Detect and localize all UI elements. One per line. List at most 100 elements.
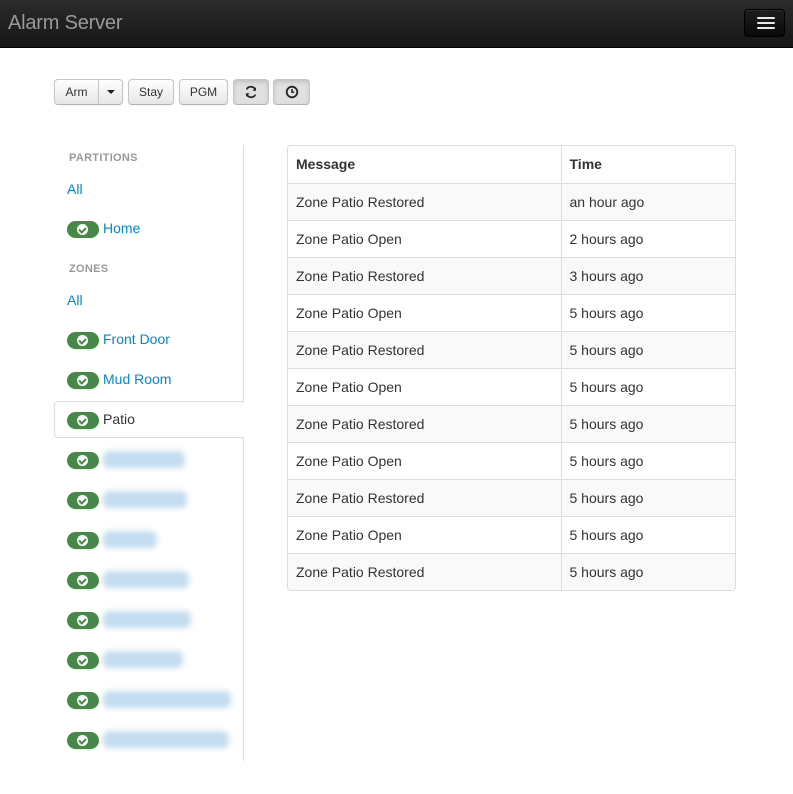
message-cell: Zone Patio Restored (288, 552, 561, 590)
sidebar-item-front-door[interactable]: Front Door (54, 322, 244, 358)
time-cell: 5 hours ago (560, 478, 735, 516)
time-cell: 5 hours ago (560, 367, 735, 405)
sidebar-item-home[interactable]: Home (54, 211, 244, 247)
check-icon (77, 615, 88, 626)
check-icon (77, 415, 88, 426)
check-icon (77, 495, 88, 506)
table-row: Zone Patio Open 5 hours ago (288, 293, 735, 331)
sidebar-item-label: Mud Room (103, 371, 172, 387)
table-row: Zone Patio Restored 5 hours ago (288, 478, 735, 516)
pgm-button[interactable]: PGM (179, 79, 228, 105)
arm-dropdown-toggle[interactable] (98, 79, 123, 105)
redacted-label (103, 571, 189, 588)
check-icon (77, 535, 88, 546)
status-badge (67, 572, 99, 589)
time-cell: 5 hours ago (560, 293, 735, 331)
sidebar-item-zone[interactable] (54, 682, 244, 718)
caret-down-icon (106, 90, 115, 94)
message-cell: Zone Patio Restored (288, 404, 561, 442)
hamburger-icon (757, 17, 775, 19)
status-badge (67, 732, 99, 749)
sidebar-item-zone[interactable] (54, 642, 244, 678)
check-icon (77, 575, 88, 586)
message-cell: Zone Patio Open (288, 219, 561, 257)
check-icon (77, 655, 88, 666)
column-header-message: Message (288, 146, 561, 183)
message-cell: Zone Patio Open (288, 515, 561, 553)
table-row: Zone Patio Restored an hour ago (288, 182, 735, 220)
status-badge (67, 332, 99, 349)
sidebar-item-zone[interactable] (54, 522, 244, 558)
status-badge (67, 372, 99, 389)
events-table: Message Time Zone Patio Restored an hour… (287, 145, 736, 591)
redacted-label (103, 531, 157, 548)
sidebar-item-zone[interactable] (54, 722, 244, 758)
sidebar-item-zone[interactable] (54, 562, 244, 598)
table-row: Zone Patio Restored 5 hours ago (288, 552, 735, 590)
time-cell: 2 hours ago (560, 219, 735, 257)
redacted-label (103, 451, 185, 468)
history-button[interactable] (273, 79, 310, 105)
sidebar-item-label: Patio (103, 411, 135, 427)
redacted-label (103, 611, 191, 628)
message-cell: Zone Patio Open (288, 367, 561, 405)
check-icon (77, 375, 88, 386)
table-row: Zone Patio Open 5 hours ago (288, 515, 735, 553)
time-cell: 3 hours ago (560, 256, 735, 294)
stay-button[interactable]: Stay (128, 79, 174, 105)
refresh-icon (245, 85, 257, 99)
message-cell: Zone Patio Open (288, 293, 561, 331)
sidebar-item-label: Home (103, 220, 141, 236)
table-row: Zone Patio Restored 3 hours ago (288, 256, 735, 294)
clock-icon (285, 85, 298, 99)
status-badge (67, 692, 99, 709)
arm-button[interactable]: Arm (54, 79, 99, 105)
message-cell: Zone Patio Restored (288, 330, 561, 368)
status-badge (67, 532, 99, 549)
time-cell: an hour ago (560, 182, 735, 220)
redacted-label (103, 731, 229, 748)
sidebar-item-zone[interactable] (54, 442, 244, 478)
partitions-all-link[interactable]: All (67, 181, 83, 197)
check-icon (77, 455, 88, 466)
sidebar-item-label: Front Door (103, 331, 170, 347)
message-cell: Zone Patio Open (288, 441, 561, 479)
redacted-label (103, 651, 183, 668)
time-cell: 5 hours ago (560, 330, 735, 368)
status-badge (67, 452, 99, 469)
column-header-time: Time (560, 146, 735, 183)
top-navbar: Alarm Server (0, 0, 793, 48)
partitions-header: PARTITIONS (69, 152, 138, 164)
table-row: Zone Patio Restored 5 hours ago (288, 330, 735, 368)
sidebar-item-zone[interactable] (54, 602, 244, 638)
table-row: Zone Patio Open 5 hours ago (288, 441, 735, 479)
zones-all-link[interactable]: All (67, 292, 83, 308)
zones-header: ZONES (69, 263, 109, 275)
app-title[interactable]: Alarm Server (8, 12, 122, 35)
status-badge (67, 612, 99, 629)
redacted-label (103, 691, 231, 708)
sidebar-item-patio[interactable]: Patio (54, 401, 244, 438)
sidebar: PARTITIONS All Home ZONES All Front Door… (54, 145, 244, 761)
sidebar-item-zone[interactable] (54, 482, 244, 518)
check-icon (77, 695, 88, 706)
check-icon (77, 335, 88, 346)
time-cell: 5 hours ago (560, 515, 735, 553)
menu-toggle-button[interactable] (744, 9, 785, 37)
status-badge (67, 492, 99, 509)
status-badge (67, 221, 99, 238)
table-row: Zone Patio Restored 5 hours ago (288, 404, 735, 442)
check-icon (77, 735, 88, 746)
status-badge (67, 652, 99, 669)
sidebar-item-mud-room[interactable]: Mud Room (54, 362, 244, 398)
status-badge (67, 412, 99, 429)
check-icon (77, 224, 88, 235)
refresh-button[interactable] (233, 79, 269, 105)
message-cell: Zone Patio Restored (288, 256, 561, 294)
time-cell: 5 hours ago (560, 441, 735, 479)
time-cell: 5 hours ago (560, 552, 735, 590)
table-row: Zone Patio Open 5 hours ago (288, 367, 735, 405)
message-cell: Zone Patio Restored (288, 182, 561, 220)
table-row: Zone Patio Open 2 hours ago (288, 219, 735, 257)
redacted-label (103, 491, 187, 508)
